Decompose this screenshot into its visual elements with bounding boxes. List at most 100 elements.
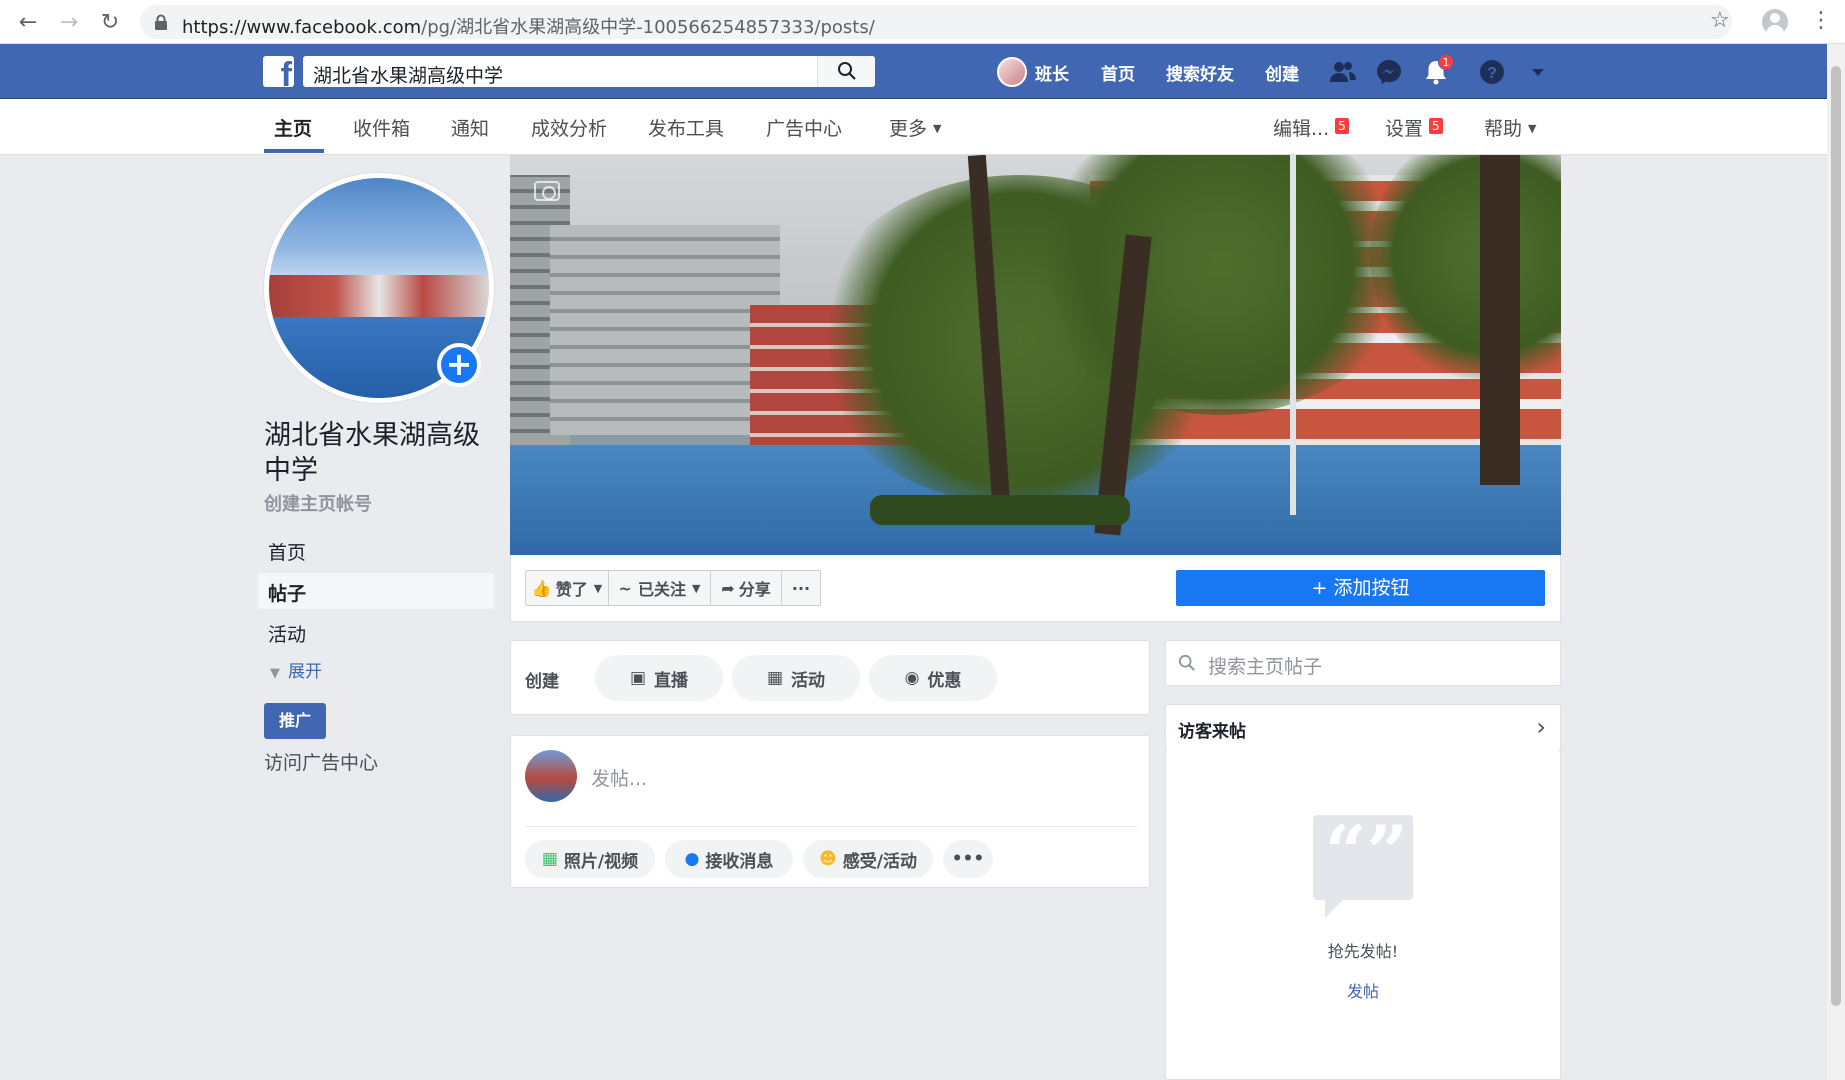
sidebar-expand[interactable]: ▼ 展开 bbox=[270, 657, 322, 682]
photo-video-button[interactable]: ▦ 照片/视频 bbox=[525, 840, 655, 878]
svg-text:?: ? bbox=[1487, 65, 1497, 82]
create-label: 创建 bbox=[525, 672, 559, 692]
video-camera-icon: ▣ bbox=[629, 668, 647, 688]
chevron-down-icon: ▼ bbox=[933, 122, 942, 135]
chevron-right-icon: › bbox=[1536, 713, 1546, 741]
divider bbox=[525, 826, 1137, 827]
edit-badge: 5 bbox=[1335, 118, 1349, 134]
tab-inbox[interactable]: 收件箱 bbox=[353, 114, 410, 141]
avatar bbox=[525, 750, 577, 802]
tab-notifications[interactable]: 通知 bbox=[451, 114, 489, 141]
offer-label: 优惠 bbox=[927, 670, 962, 691]
sidebar-item-home[interactable]: 首页 bbox=[258, 532, 494, 568]
edit-page-info[interactable]: 编辑... 5 bbox=[1273, 114, 1349, 141]
chevron-down-icon: ▼ bbox=[1528, 122, 1537, 135]
sidebar-item-posts[interactable]: 帖子 bbox=[258, 573, 494, 609]
tab-more[interactable]: 更多 ▼ bbox=[889, 114, 941, 141]
empty-state-text: 抢先发帖! bbox=[1327, 942, 1399, 961]
url-host: https://www.facebook.com bbox=[182, 17, 422, 38]
page-action-bar: 👍 赞了 ▼ ∼ 已关注 ▼ ➦ 分享 ··· + 添加按钮 bbox=[510, 555, 1561, 622]
facebook-header: f 湖北省水果湖高级中学 班长 首页 搜索好友 创建 1 ? bbox=[0, 44, 1845, 99]
photo-label: 照片/视频 bbox=[563, 851, 639, 872]
expand-label: 展开 bbox=[288, 662, 322, 682]
share-arrow-icon: ➦ bbox=[721, 578, 735, 598]
plus-icon: + bbox=[1311, 577, 1328, 599]
search-placeholder: 搜索主页帖子 bbox=[1208, 656, 1323, 678]
home-link[interactable]: 首页 bbox=[1101, 56, 1135, 88]
share-button[interactable]: ➦ 分享 bbox=[710, 570, 782, 606]
composer-input[interactable]: 发帖... bbox=[591, 764, 647, 791]
like-label: 赞了 bbox=[555, 580, 588, 599]
active-tab-indicator bbox=[264, 149, 324, 153]
url-text: https://www.facebook.com/pg/湖北省水果湖高级中学-1… bbox=[182, 13, 875, 39]
get-messages-button[interactable]: ● 接收消息 bbox=[665, 840, 793, 878]
page-title: 湖北省水果湖高级中学 bbox=[264, 420, 480, 486]
following-button[interactable]: ∼ 已关注 ▼ bbox=[608, 570, 711, 606]
add-button[interactable]: + 添加按钮 bbox=[1176, 570, 1545, 606]
feeling-activity-button[interactable]: ☻ 感受/活动 bbox=[803, 840, 933, 878]
offer-button[interactable]: ◉ 优惠 bbox=[869, 655, 997, 701]
account-menu-caret-icon[interactable] bbox=[1524, 58, 1552, 86]
create-page-username-link[interactable]: 创建主页帐号 bbox=[264, 490, 372, 516]
tab-publishing-tools[interactable]: 发布工具 bbox=[648, 114, 724, 141]
thumbs-up-icon: 👍 bbox=[531, 578, 552, 598]
create-link[interactable]: 创建 bbox=[1265, 56, 1299, 88]
search-input[interactable]: 湖北省水果湖高级中学 bbox=[303, 56, 875, 87]
event-button[interactable]: ▦ 活动 bbox=[732, 655, 860, 701]
tab-home[interactable]: 主页 bbox=[274, 114, 312, 141]
live-label: 直播 bbox=[654, 670, 689, 691]
help-label: 帮助 bbox=[1484, 118, 1523, 140]
facebook-logo-icon[interactable]: f bbox=[263, 56, 294, 87]
search-page-posts-input[interactable]: 搜索主页帖子 bbox=[1165, 640, 1561, 686]
scrollbar-thumb[interactable] bbox=[1831, 66, 1841, 1006]
edit-label: 编辑... bbox=[1273, 118, 1330, 140]
visit-ad-center-link[interactable]: 访问广告中心 bbox=[264, 748, 378, 775]
reload-icon[interactable]: ↻ bbox=[96, 8, 124, 36]
chevron-down-icon: ▼ bbox=[691, 581, 701, 595]
event-label: 活动 bbox=[791, 670, 826, 691]
bookmark-star-icon[interactable]: ☆ bbox=[1710, 8, 1730, 33]
rss-icon: ∼ bbox=[618, 578, 632, 598]
more-options-button[interactable]: ••• bbox=[943, 840, 993, 878]
forward-icon[interactable]: → bbox=[55, 8, 83, 36]
follow-label: 已关注 bbox=[637, 580, 686, 599]
tab-ad-center[interactable]: 广告中心 bbox=[766, 114, 842, 141]
live-button[interactable]: ▣ 直播 bbox=[595, 655, 723, 701]
search-icon bbox=[1178, 654, 1195, 671]
address-bar[interactable]: https://www.facebook.com/pg/湖北省水果湖高级中学-1… bbox=[140, 5, 1732, 39]
url-path: /pg/湖北省水果湖高级中学-100566254857333/posts/ bbox=[421, 17, 875, 38]
back-icon[interactable]: ← bbox=[14, 8, 42, 36]
like-button[interactable]: 👍 赞了 ▼ bbox=[525, 570, 609, 606]
tab-settings[interactable]: 设置 5 bbox=[1385, 114, 1443, 141]
tab-help[interactable]: 帮助 ▼ bbox=[1484, 114, 1536, 141]
smiley-icon: ☻ bbox=[819, 849, 837, 869]
settings-label: 设置 bbox=[1385, 118, 1424, 140]
find-friends-link[interactable]: 搜索好友 bbox=[1166, 56, 1234, 88]
percent-icon: ◉ bbox=[904, 668, 920, 688]
triangle-down-icon: ▼ bbox=[270, 666, 280, 681]
friend-requests-icon[interactable] bbox=[1328, 58, 1356, 86]
camera-icon[interactable] bbox=[534, 181, 560, 201]
user-name: 班长 bbox=[1035, 64, 1069, 85]
help-icon[interactable]: ? bbox=[1478, 58, 1506, 86]
messenger-icon[interactable] bbox=[1375, 58, 1403, 86]
browser-toolbar: ← → ↻ https://www.facebook.com/pg/湖北省水果湖… bbox=[0, 0, 1845, 44]
tab-insights[interactable]: 成效分析 bbox=[531, 114, 607, 141]
sidebar-item-events[interactable]: 活动 bbox=[258, 614, 494, 650]
cover-photo[interactable] bbox=[510, 155, 1561, 555]
scrollbar-track[interactable] bbox=[1827, 44, 1845, 1080]
more-options-button[interactable]: ··· bbox=[781, 570, 821, 606]
browser-profile-icon[interactable] bbox=[1762, 9, 1788, 35]
write-post-link[interactable]: 发帖 bbox=[1166, 978, 1560, 1002]
lock-icon bbox=[155, 14, 167, 30]
visitor-posts-header[interactable]: 访客来帖 › bbox=[1165, 704, 1561, 751]
profile-link[interactable]: 班长 bbox=[997, 56, 1069, 88]
visitor-posts-body: “” 抢先发帖! 发帖 bbox=[1165, 750, 1561, 1080]
create-label: 创建 bbox=[1265, 64, 1299, 85]
promote-button[interactable]: 推广 bbox=[264, 703, 326, 739]
browser-menu-icon[interactable]: ⋮ bbox=[1810, 8, 1832, 33]
search-button[interactable] bbox=[817, 56, 875, 87]
update-profile-picture-plus-icon[interactable]: + bbox=[437, 343, 481, 387]
avatar bbox=[997, 57, 1027, 87]
notification-count-badge: 1 bbox=[1438, 54, 1454, 70]
